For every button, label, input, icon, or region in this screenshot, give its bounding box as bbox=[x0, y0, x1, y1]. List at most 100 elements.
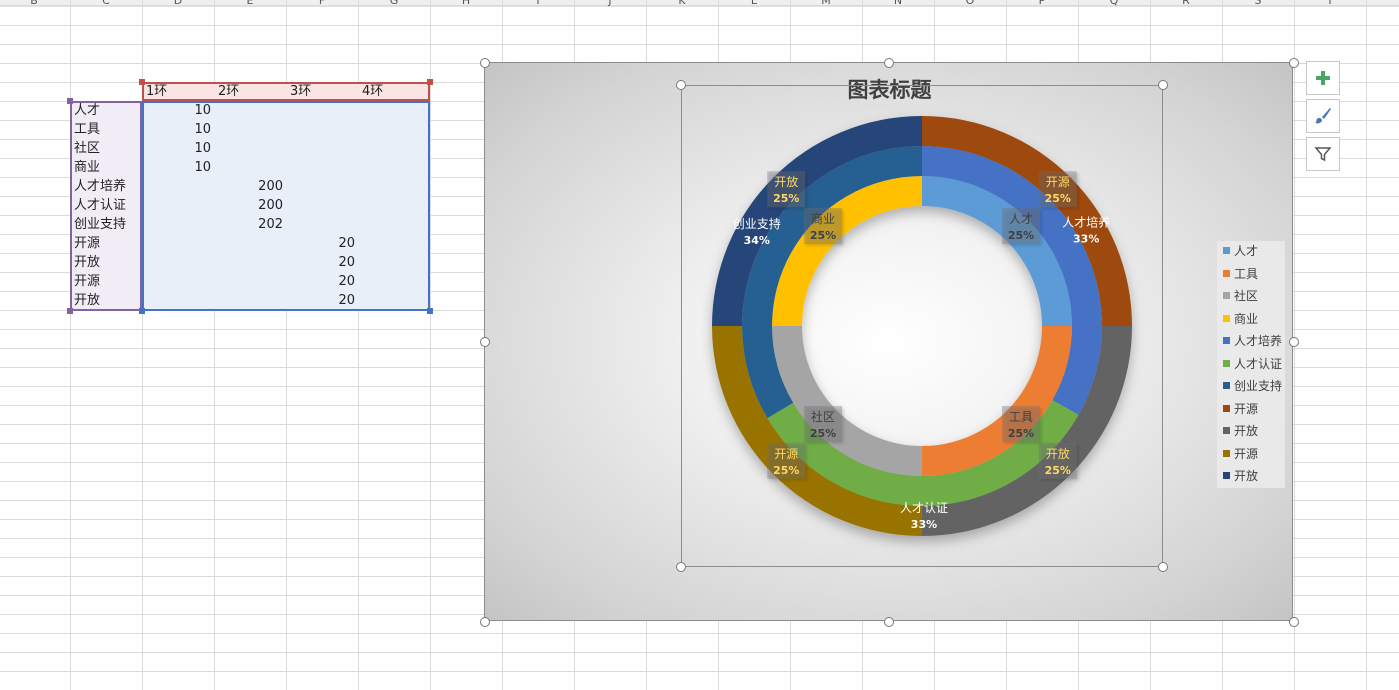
data-label[interactable]: 商业 25% bbox=[804, 208, 843, 245]
chart-styles-button[interactable] bbox=[1306, 99, 1340, 133]
doughnut-chart[interactable]: 人才 25% 工具 25% 社区 25% 商业 25% 人才培养 33% 人才认证 33% 创业支持 34… bbox=[485, 63, 1294, 622]
svg-text:25%: 25% bbox=[1045, 464, 1071, 477]
range-handle[interactable] bbox=[139, 79, 145, 85]
legend-swatch-icon bbox=[1223, 427, 1230, 434]
range-handle[interactable] bbox=[427, 308, 433, 314]
svg-text:社区: 社区 bbox=[811, 409, 835, 424]
column-header[interactable]: I bbox=[536, 0, 539, 7]
legend-label: 创业支持 bbox=[1234, 379, 1283, 393]
column-header[interactable]: O bbox=[966, 0, 975, 7]
chart-resize-handle[interactable] bbox=[480, 617, 490, 627]
legend-label: 社区 bbox=[1234, 289, 1259, 303]
legend-entry[interactable]: 创业支持 bbox=[1223, 377, 1282, 395]
legend-label: 人才 bbox=[1234, 244, 1259, 258]
data-label[interactable]: 开放 25% bbox=[1038, 442, 1077, 479]
plot-resize-handle[interactable] bbox=[676, 80, 686, 90]
svg-text:25%: 25% bbox=[810, 427, 836, 440]
legend-label: 开放 bbox=[1234, 424, 1259, 438]
chart-filters-button[interactable] bbox=[1306, 137, 1340, 171]
legend-swatch-icon bbox=[1223, 449, 1230, 457]
legend-label: 开放 bbox=[1234, 469, 1259, 483]
chart-resize-handle[interactable] bbox=[884, 58, 894, 68]
chart-resize-handle[interactable] bbox=[1289, 617, 1299, 627]
column-header[interactable]: T bbox=[1326, 0, 1334, 7]
range-handle[interactable] bbox=[67, 98, 73, 104]
svg-text:34%: 34% bbox=[744, 234, 770, 247]
legend-swatch-icon bbox=[1223, 337, 1230, 344]
legend-entry[interactable]: 开源 bbox=[1223, 445, 1258, 463]
values-range-border[interactable] bbox=[142, 101, 430, 311]
range-handle[interactable] bbox=[139, 308, 145, 314]
svg-text:33%: 33% bbox=[1073, 232, 1099, 245]
column-header[interactable]: M bbox=[821, 0, 831, 7]
chart-resize-handle[interactable] bbox=[1289, 58, 1299, 68]
chart-resize-handle[interactable] bbox=[480, 58, 490, 68]
data-label[interactable]: 人才 25% bbox=[1001, 208, 1040, 245]
plus-icon bbox=[1316, 71, 1330, 85]
column-header[interactable]: E bbox=[247, 0, 254, 7]
column-header[interactable]: H bbox=[462, 0, 470, 7]
column-header[interactable]: G bbox=[390, 0, 399, 7]
category-range-border[interactable] bbox=[70, 101, 142, 311]
legend-entry[interactable]: 工具 bbox=[1223, 265, 1258, 283]
legend-label: 开源 bbox=[1234, 401, 1259, 416]
legend-entry[interactable]: 社区 bbox=[1223, 287, 1258, 305]
range-handle[interactable] bbox=[67, 308, 73, 314]
plot-resize-handle[interactable] bbox=[676, 562, 686, 572]
funnel-icon bbox=[1314, 147, 1332, 162]
svg-text:25%: 25% bbox=[1008, 427, 1034, 440]
data-label[interactable]: 社区 25% bbox=[804, 405, 843, 442]
chart-legend[interactable]: 人才 工具 社区 商业 人才培养 人才认证 创业支持 开源 开放 开源 开放 bbox=[1217, 241, 1285, 488]
svg-text:25%: 25% bbox=[1008, 229, 1034, 242]
legend-entry[interactable]: 人才认证 bbox=[1223, 355, 1282, 373]
chart-resize-handle[interactable] bbox=[480, 337, 490, 347]
legend-entry[interactable]: 商业 bbox=[1223, 310, 1258, 328]
data-label[interactable]: 开源 25% bbox=[767, 442, 806, 479]
chart-area[interactable]: 图表标题 人才 25% 工具 25% 社区 25% 商业 25% 人才培养 33% 人才认证 33% 创… bbox=[484, 62, 1293, 621]
chart-elements-button[interactable] bbox=[1306, 61, 1340, 95]
svg-text:工具: 工具 bbox=[1009, 410, 1033, 424]
column-header[interactable]: Q bbox=[1110, 0, 1119, 7]
column-header[interactable]: F bbox=[319, 0, 325, 7]
column-header[interactable]: J bbox=[607, 0, 611, 7]
column-header[interactable]: P bbox=[1039, 0, 1046, 7]
series-range-border[interactable] bbox=[142, 82, 430, 101]
column-header[interactable]: D bbox=[174, 0, 182, 7]
legend-entry[interactable]: 人才 bbox=[1223, 242, 1258, 260]
svg-text:25%: 25% bbox=[1045, 192, 1071, 205]
legend-swatch-icon bbox=[1223, 404, 1230, 412]
svg-text:25%: 25% bbox=[773, 192, 799, 205]
data-label[interactable]: 工具 25% bbox=[1001, 405, 1040, 442]
legend-entry[interactable]: 开源 bbox=[1223, 400, 1258, 418]
data-label[interactable]: 开放 25% bbox=[767, 171, 806, 208]
svg-text:25%: 25% bbox=[773, 464, 799, 477]
plot-resize-handle[interactable] bbox=[1158, 80, 1168, 90]
column-header[interactable]: L bbox=[751, 0, 758, 7]
svg-text:人才培养: 人才培养 bbox=[1062, 214, 1110, 229]
chart-resize-handle[interactable] bbox=[1289, 337, 1299, 347]
legend-label: 人才认证 bbox=[1234, 356, 1283, 371]
legend-entry[interactable]: 开放 bbox=[1223, 467, 1258, 485]
legend-swatch-icon bbox=[1223, 247, 1230, 254]
legend-swatch-icon bbox=[1223, 314, 1230, 322]
svg-text:开放: 开放 bbox=[1046, 446, 1070, 461]
svg-text:开放: 开放 bbox=[774, 174, 798, 189]
data-label[interactable]: 开源 25% bbox=[1038, 171, 1077, 208]
column-header[interactable]: B bbox=[30, 0, 38, 7]
legend-entry[interactable]: 人才培养 bbox=[1223, 332, 1282, 350]
column-header[interactable]: N bbox=[894, 0, 902, 7]
svg-text:开源: 开源 bbox=[1046, 175, 1070, 189]
legend-swatch-icon bbox=[1223, 269, 1230, 277]
legend-swatch-icon bbox=[1223, 382, 1230, 389]
svg-text:开源: 开源 bbox=[774, 447, 798, 461]
column-header[interactable]: C bbox=[102, 0, 110, 7]
column-header[interactable]: K bbox=[678, 0, 686, 7]
column-header[interactable]: S bbox=[1255, 0, 1262, 7]
legend-entry[interactable]: 开放 bbox=[1223, 422, 1258, 440]
range-handle[interactable] bbox=[427, 79, 433, 85]
legend-swatch-icon bbox=[1223, 359, 1230, 367]
svg-text:商业: 商业 bbox=[811, 211, 835, 226]
plot-resize-handle[interactable] bbox=[1158, 562, 1168, 572]
column-header[interactable]: R bbox=[1182, 0, 1190, 7]
chart-resize-handle[interactable] bbox=[884, 617, 894, 627]
